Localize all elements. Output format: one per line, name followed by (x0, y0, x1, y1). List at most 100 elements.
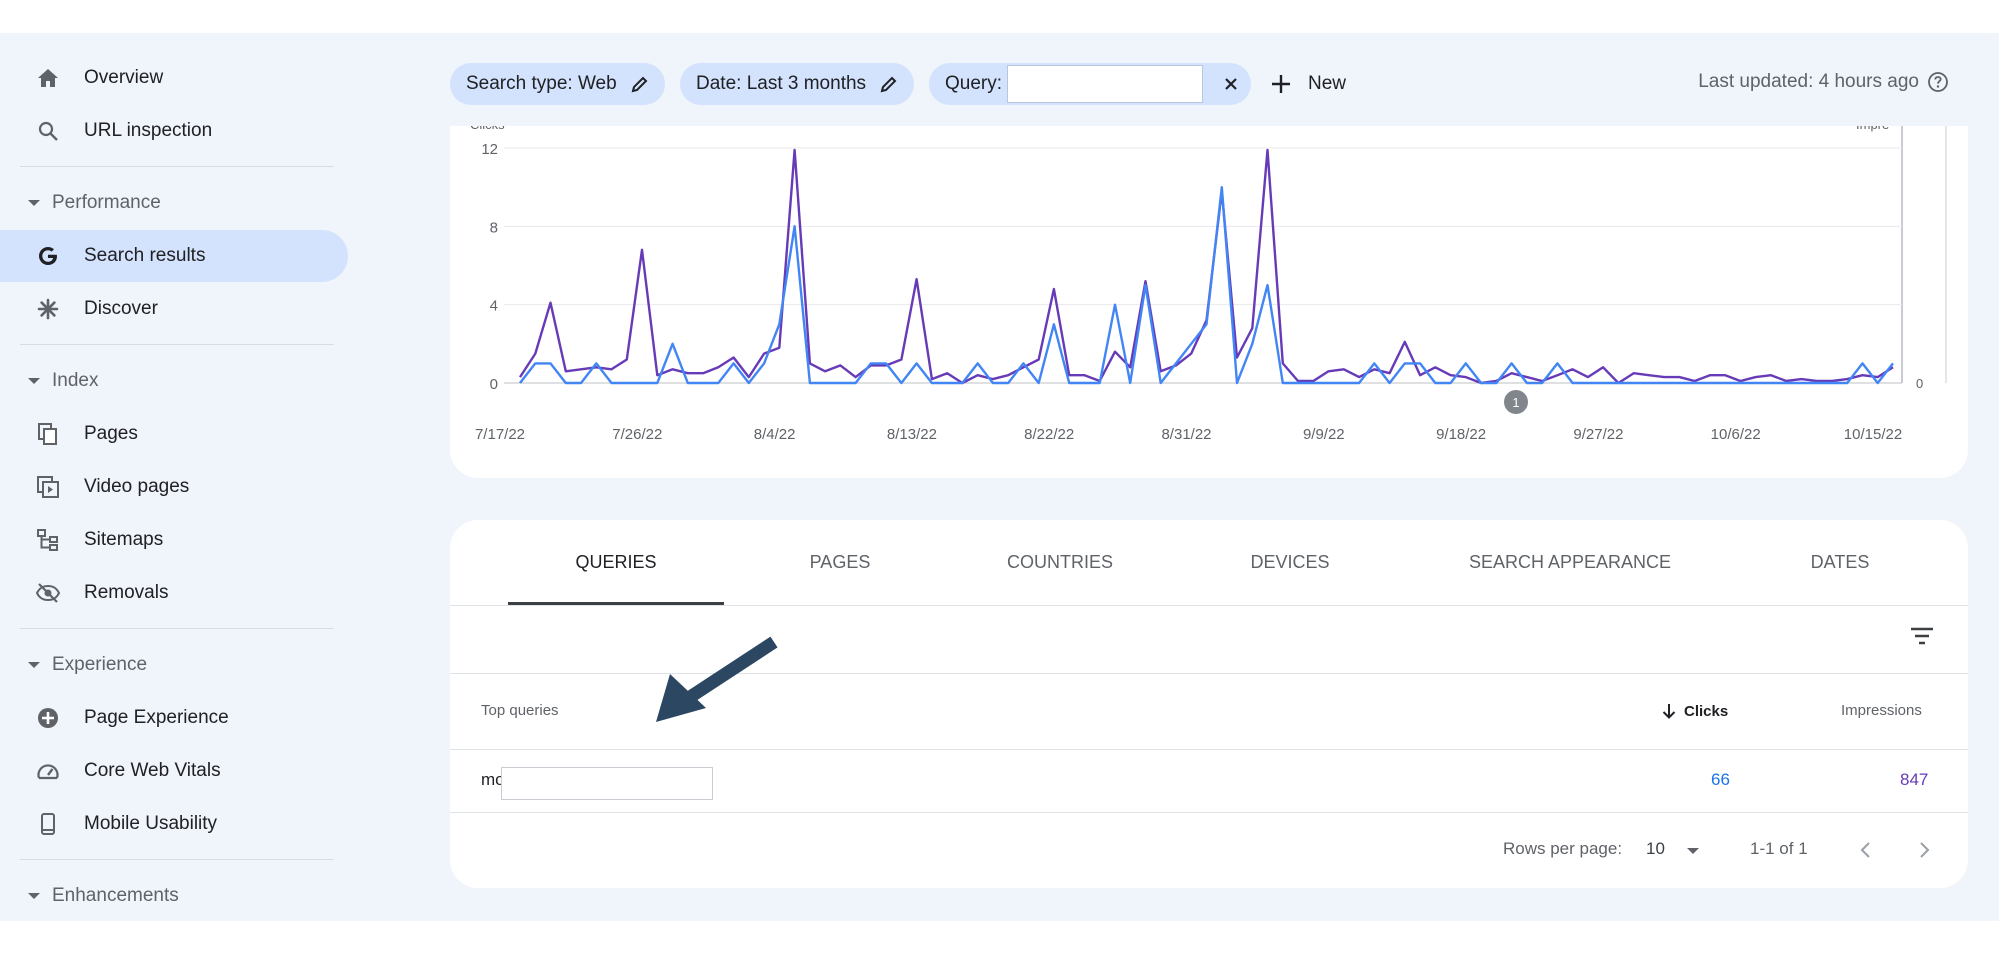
last-updated: Last updated: 4 hours ago (1698, 71, 1949, 93)
sidebar-item-video-pages[interactable]: Video pages (0, 461, 348, 513)
y-tick-label: 8 (490, 219, 498, 236)
section-label: Index (52, 370, 99, 391)
sidebar-divider (20, 859, 334, 860)
rows-per-page-select[interactable]: 10 (1646, 839, 1665, 859)
chevron-right-icon[interactable] (1912, 838, 1936, 862)
sidebar-item-pages[interactable]: Pages (0, 408, 348, 460)
search-icon (36, 119, 60, 143)
clicks-header-label: Clicks (1684, 702, 1729, 720)
divider (450, 749, 1968, 750)
tab-devices[interactable]: DEVICES (1190, 552, 1390, 592)
x-tick-label: 10/15/22 (1844, 426, 1902, 443)
filter-icon[interactable] (1908, 622, 1936, 650)
x-tick-label: 8/4/22 (754, 426, 796, 443)
help-icon[interactable] (1927, 71, 1949, 93)
divider (450, 605, 1968, 606)
right-y-tick-label: 0 (1916, 376, 1923, 391)
sidebar-item-url-inspection[interactable]: URL inspection (0, 105, 348, 157)
eye-off-icon (36, 581, 60, 605)
redacted-query-box (501, 767, 713, 800)
pages-icon (36, 422, 60, 446)
sidebar-divider (20, 166, 334, 167)
x-tick-label: 9/18/22 (1436, 426, 1486, 443)
section-index[interactable]: Index (0, 361, 340, 401)
column-header-clicks[interactable]: Clicks (1660, 702, 1728, 720)
video-pages-icon (36, 475, 60, 499)
tab-queries[interactable]: QUERIES (508, 552, 724, 592)
sidebar-item-removals[interactable]: Removals (0, 567, 348, 619)
sidebar-item-label: Removals (84, 582, 169, 603)
sidebar-divider (20, 628, 334, 629)
section-label: Enhancements (52, 885, 179, 906)
section-performance[interactable]: Performance (0, 183, 340, 223)
section-label: Performance (52, 192, 161, 213)
chip-label: Date: Last 3 months (696, 73, 867, 94)
sidebar-item-label: Discover (84, 298, 158, 319)
tab-countries[interactable]: COUNTRIES (960, 552, 1160, 592)
search-type-chip[interactable]: Search type: Web (450, 63, 665, 105)
sidebar-item-overview[interactable]: Overview (0, 52, 348, 104)
sidebar-item-label: Video pages (84, 476, 190, 497)
sidebar: Overview URL inspection Performance Sear… (0, 33, 356, 921)
date-chip[interactable]: Date: Last 3 months (680, 63, 915, 105)
sidebar-item-label: URL inspection (84, 120, 213, 141)
caret-down-icon (28, 893, 40, 899)
sidebar-item-label: Pages (84, 423, 138, 444)
close-icon[interactable] (1219, 72, 1243, 96)
tab-search-appearance[interactable]: SEARCH APPEARANCE (1410, 552, 1730, 592)
sidebar-item-label: Mobile Usability (84, 813, 218, 834)
new-filter-button[interactable]: New (1270, 63, 1346, 105)
x-tick-label: 9/9/22 (1303, 426, 1345, 443)
pagination-range: 1-1 of 1 (1750, 839, 1808, 858)
sidebar-item-discover[interactable]: Discover (0, 283, 348, 335)
query-input[interactable] (1007, 65, 1203, 103)
sidebar-item-label: Page Experience (84, 707, 229, 728)
y-tick-label: 12 (481, 141, 498, 158)
x-tick-label: 8/13/22 (887, 426, 937, 443)
tab-pages[interactable]: PAGES (750, 552, 930, 592)
caret-down-icon (28, 200, 40, 206)
x-tick-label: 7/26/22 (612, 426, 662, 443)
tab-dates[interactable]: DATES (1750, 552, 1930, 592)
sidebar-item-mobile-usability[interactable]: Mobile Usability (0, 798, 348, 850)
x-tick-label: 8/22/22 (1024, 426, 1074, 443)
sidebar-item-label: Core Web Vitals (84, 760, 221, 781)
x-tick-label: 7/17/22 (475, 426, 525, 443)
sidebar-item-label: Search results (84, 245, 206, 266)
gauge-icon (36, 759, 60, 783)
section-experience[interactable]: Experience (0, 645, 340, 685)
plus-circle-icon (36, 706, 60, 730)
asterisk-icon (36, 297, 60, 321)
y-tick-label: 0 (490, 376, 498, 393)
sidebar-item-page-experience[interactable]: Page Experience (0, 692, 348, 744)
column-header-top-queries: Top queries (481, 702, 559, 719)
arrow-down-icon (1662, 704, 1676, 719)
sidebar-item-search-results[interactable]: Search results (0, 230, 348, 282)
chip-label: Query: (945, 73, 1003, 94)
divider (450, 812, 1968, 813)
sidebar-item-core-web-vitals[interactable]: Core Web Vitals (0, 745, 348, 797)
caret-down-icon (28, 662, 40, 668)
edit-icon[interactable] (880, 75, 898, 93)
x-tick-label: 8/31/22 (1161, 426, 1211, 443)
phone-icon (36, 812, 60, 836)
google-g-icon (36, 244, 60, 268)
performance-chart: 12 8 4 0 Clicks Impre 0 7/17/22 7/26/22 8/4/22 8/1… (470, 126, 1947, 443)
edit-icon[interactable] (631, 75, 649, 93)
section-label: Experience (52, 654, 148, 675)
column-header-impressions[interactable]: Impressions (1841, 702, 1922, 719)
clicks-line (519, 186, 1894, 385)
sitemap-icon (36, 528, 60, 552)
home-icon (36, 66, 60, 90)
sidebar-item-label: Overview (84, 67, 164, 88)
section-enhancements[interactable]: Enhancements (0, 876, 340, 916)
sidebar-divider (20, 344, 334, 345)
dropdown-caret-icon[interactable] (1686, 847, 1700, 855)
impressions-line (518, 148, 1894, 385)
chevron-left-icon[interactable] (1854, 838, 1878, 862)
sidebar-item-sitemaps[interactable]: Sitemaps (0, 514, 348, 566)
y-tick-label: 4 (490, 298, 498, 315)
impressions-cell: 847 (1900, 770, 1929, 789)
x-tick-label: 10/6/22 (1711, 426, 1761, 443)
plus-icon (1272, 75, 1290, 93)
